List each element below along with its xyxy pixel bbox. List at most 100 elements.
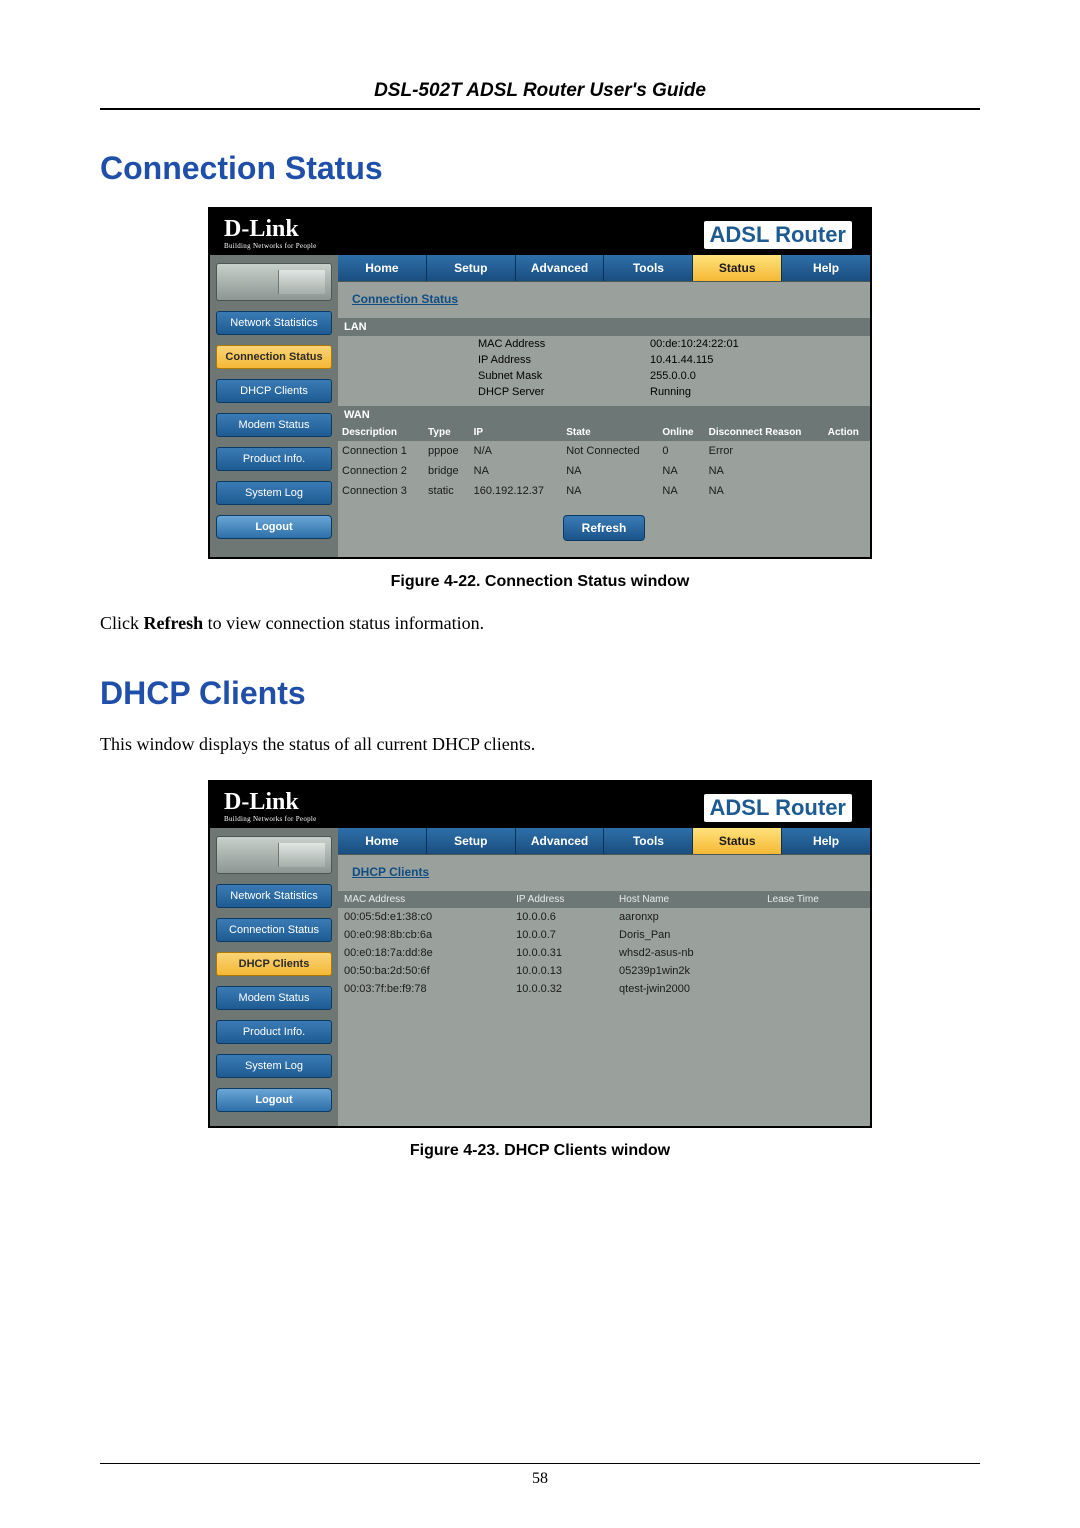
- sidebar-item-connection-status[interactable]: Connection Status: [216, 345, 332, 369]
- table-row: DHCP ServerRunning: [338, 384, 870, 400]
- dlink-logo: D-Link Building Networks for People: [224, 792, 317, 822]
- wan-cell-online: NA: [658, 481, 704, 501]
- wan-col-type: Type: [424, 424, 470, 441]
- document-header: DSL-502T ADSL Router User's Guide: [100, 80, 980, 110]
- body-text-2: This window displays the status of all c…: [100, 732, 980, 756]
- sidebar: Network Statistics Connection Status DHC…: [210, 828, 338, 1126]
- sidebar-item-modem-status[interactable]: Modem Status: [216, 986, 332, 1010]
- dhcp-cell-ip: 10.0.0.6: [510, 908, 613, 926]
- dlink-window-connection-status: D-Link Building Networks for People ADSL…: [208, 207, 872, 559]
- table-row: 00:50:ba:2d:50:6f10.0.0.1305239p1win2k: [338, 962, 870, 980]
- sidebar-item-modem-status[interactable]: Modem Status: [216, 413, 332, 437]
- table-row: Connection 1pppoeN/ANot Connected0Error: [338, 441, 870, 461]
- table-row: Subnet Mask255.0.0.0: [338, 368, 870, 384]
- sidebar-item-product-info[interactable]: Product Info.: [216, 447, 332, 471]
- wan-col-online: Online: [658, 424, 704, 441]
- dhcp-cell-lease: [761, 908, 870, 926]
- wan-cell-type: bridge: [424, 461, 470, 481]
- wan-cell-online: 0: [658, 441, 704, 461]
- dhcp-cell-mac: 00:03:7f:be:f9:78: [338, 980, 510, 998]
- refresh-wrap: Refresh: [338, 515, 870, 541]
- content-area: Connection Status: [338, 282, 870, 318]
- dhcp-cell-host: aaronxp: [613, 908, 761, 926]
- sidebar-item-network-statistics[interactable]: Network Statistics: [216, 311, 332, 335]
- content-title: Connection Status: [352, 292, 856, 306]
- wan-cell-state: NA: [562, 481, 658, 501]
- lan-mac-value: 00:de:10:24:22:01: [644, 336, 870, 352]
- sidebar-item-product-info[interactable]: Product Info.: [216, 1020, 332, 1044]
- wan-cell-type: pppoe: [424, 441, 470, 461]
- dlink-brand-text: D-Link: [224, 789, 299, 815]
- table-row: 00:03:7f:be:f9:7810.0.0.32qtest-jwin2000: [338, 980, 870, 998]
- sidebar-item-connection-status[interactable]: Connection Status: [216, 918, 332, 942]
- dhcp-cell-lease: [761, 944, 870, 962]
- table-row: MAC Address00:de:10:24:22:01: [338, 336, 870, 352]
- dlink-top-bar: D-Link Building Networks for People ADSL…: [210, 209, 870, 255]
- dhcp-cell-ip: 10.0.0.31: [510, 944, 613, 962]
- dlink-brand-subtext: Building Networks for People: [224, 816, 317, 822]
- tab-help[interactable]: Help: [782, 828, 870, 854]
- wan-cell-online: NA: [658, 461, 704, 481]
- tab-setup[interactable]: Setup: [427, 828, 516, 854]
- table-row: 00:e0:18:7a:dd:8e10.0.0.31whsd2-asus-nb: [338, 944, 870, 962]
- tab-tools[interactable]: Tools: [604, 255, 693, 281]
- sidebar-item-dhcp-clients[interactable]: DHCP Clients: [216, 379, 332, 403]
- wan-cell-desc: Connection 3: [338, 481, 424, 501]
- wan-col-action: Action: [824, 424, 870, 441]
- dhcp-cell-mac: 00:50:ba:2d:50:6f: [338, 962, 510, 980]
- lan-dhcp-label: DHCP Server: [338, 384, 644, 400]
- tab-advanced[interactable]: Advanced: [516, 255, 605, 281]
- lan-header: LAN: [338, 318, 870, 336]
- lan-mask-label: Subnet Mask: [338, 368, 644, 384]
- body-text-1b: Refresh: [144, 613, 204, 633]
- lan-dhcp-value: Running: [644, 384, 870, 400]
- wan-cell-action: [824, 461, 870, 481]
- content-area: DHCP Clients: [338, 855, 870, 891]
- dhcp-cell-host: 05239p1win2k: [613, 962, 761, 980]
- dlink-body: Network Statistics Connection Status DHC…: [210, 255, 870, 557]
- sidebar-item-logout[interactable]: Logout: [216, 1088, 332, 1112]
- tab-status[interactable]: Status: [693, 255, 782, 281]
- wan-cell-action: [824, 441, 870, 461]
- figure-caption-2: Figure 4-23. DHCP Clients window: [100, 1142, 980, 1160]
- wan-cell-reason: NA: [705, 461, 824, 481]
- dlink-body: Network Statistics Connection Status DHC…: [210, 828, 870, 1126]
- wan-cell-ip: N/A: [470, 441, 563, 461]
- table-row: 00:e0:98:8b:cb:6a10.0.0.7Doris_Pan: [338, 926, 870, 944]
- dhcp-cell-lease: [761, 926, 870, 944]
- dlink-top-bar: D-Link Building Networks for People ADSL…: [210, 782, 870, 828]
- tab-advanced[interactable]: Advanced: [516, 828, 605, 854]
- sidebar-item-system-log[interactable]: System Log: [216, 1054, 332, 1078]
- tab-setup[interactable]: Setup: [427, 255, 516, 281]
- lan-mac-label: MAC Address: [338, 336, 644, 352]
- section-title-connection-status: Connection Status: [100, 150, 980, 187]
- body-text-1c: to view connection status information.: [203, 613, 484, 633]
- dhcp-cell-host: whsd2-asus-nb: [613, 944, 761, 962]
- sidebar-item-system-log[interactable]: System Log: [216, 481, 332, 505]
- dhcp-cell-lease: [761, 962, 870, 980]
- dhcp-col-host: Host Name: [613, 891, 761, 908]
- sidebar-item-network-statistics[interactable]: Network Statistics: [216, 884, 332, 908]
- sidebar-item-dhcp-clients[interactable]: DHCP Clients: [216, 952, 332, 976]
- dhcp-cell-ip: 10.0.0.13: [510, 962, 613, 980]
- tab-home[interactable]: Home: [338, 255, 427, 281]
- refresh-button[interactable]: Refresh: [563, 515, 646, 541]
- dlink-product-label: ADSL Router: [704, 221, 853, 249]
- tab-home[interactable]: Home: [338, 828, 427, 854]
- lan-table: MAC Address00:de:10:24:22:01 IP Address1…: [338, 336, 870, 400]
- tab-help[interactable]: Help: [782, 255, 870, 281]
- device-graphic-icon: [216, 263, 332, 301]
- wan-col-disconnect-reason: Disconnect Reason: [705, 424, 824, 441]
- tab-status[interactable]: Status: [693, 828, 782, 854]
- dlink-logo: D-Link Building Networks for People: [224, 219, 317, 249]
- body-text-1a: Click: [100, 613, 144, 633]
- tab-tools[interactable]: Tools: [604, 828, 693, 854]
- wan-cell-desc: Connection 1: [338, 441, 424, 461]
- sidebar: Network Statistics Connection Status DHC…: [210, 255, 338, 557]
- wan-cell-reason: Error: [705, 441, 824, 461]
- table-row: 00:05:5d:e1:38:c010.0.0.6aaronxp: [338, 908, 870, 926]
- sidebar-item-logout[interactable]: Logout: [216, 515, 332, 539]
- table-row: Connection 3static160.192.12.37NANANA: [338, 481, 870, 501]
- dhcp-cell-mac: 00:e0:98:8b:cb:6a: [338, 926, 510, 944]
- content-title: DHCP Clients: [352, 865, 856, 879]
